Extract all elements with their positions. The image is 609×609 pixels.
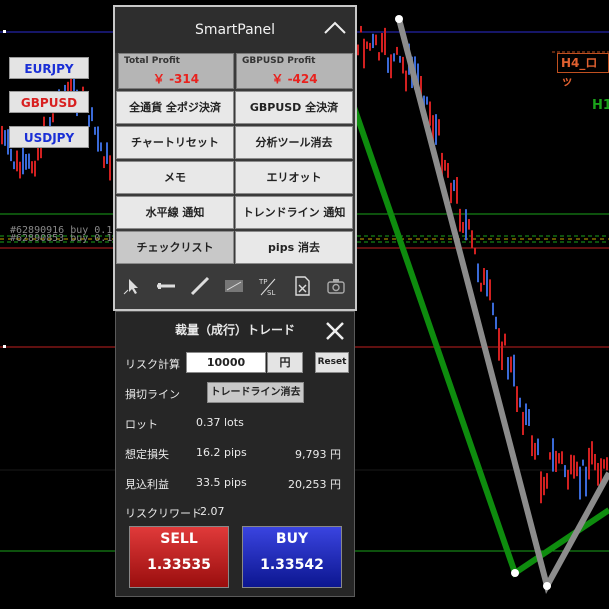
risk-reward-value: 2.07 — [200, 505, 225, 518]
risk-calc-label: リスク計算 — [125, 358, 180, 371]
tp-text: TP — [258, 278, 268, 286]
sl-text: SL — [267, 289, 275, 297]
close-symbol-positions-button[interactable]: GBPUSD 全決済 — [235, 91, 353, 124]
symbol-profit-value: ￥ -424 — [271, 72, 318, 86]
risk-unit-button[interactable]: 円 — [267, 352, 303, 373]
total-profit-value: ￥ -314 — [152, 72, 200, 86]
chevron-up-icon[interactable] — [323, 20, 347, 36]
delete-analysis-tools-button[interactable]: 分析ツール消去 — [235, 126, 353, 159]
sell-price: 1.33535 — [147, 557, 211, 573]
memo-button[interactable]: メモ — [116, 161, 234, 194]
symbol-button-eurjpy[interactable]: EURJPY — [9, 57, 89, 79]
checklist-button[interactable]: チェックリスト — [116, 231, 234, 264]
lot-label: ロット — [125, 418, 158, 431]
sell-button[interactable]: SELL 1.33535 — [129, 526, 229, 588]
h1-tag: H1 — [592, 98, 609, 113]
chart-reset-button[interactable]: チャートリセット — [116, 126, 234, 159]
smart-panel-header[interactable]: SmartPanel — [115, 7, 355, 53]
bars-tool-icon[interactable] — [223, 275, 245, 297]
expected-loss-pips: 16.2 pips — [196, 446, 247, 459]
cursor-tool-icon[interactable] — [121, 275, 143, 297]
reset-button[interactable]: Reset — [315, 352, 349, 373]
buy-button[interactable]: BUY 1.33542 — [242, 526, 342, 588]
hline-alert-button[interactable]: 水平線 通知 — [116, 196, 234, 229]
trendline-handle[interactable] — [543, 582, 551, 590]
trendline-handle[interactable] — [511, 569, 519, 577]
total-profit-box: Total Profit ￥ -314 — [118, 53, 234, 89]
symbol-button-usdjpy[interactable]: USDJPY — [9, 126, 89, 148]
elliott-button[interactable]: エリオット — [235, 161, 353, 194]
hline-tool-icon[interactable] — [155, 275, 177, 297]
risk-reward-label: リスクリワード — [125, 507, 202, 520]
trendline-alert-button[interactable]: トレンドライン 通知 — [235, 196, 353, 229]
lot-value: 0.37 lots — [196, 416, 244, 429]
expected-loss-label: 想定損失 — [125, 448, 169, 461]
risk-amount-input[interactable]: 10000 — [186, 352, 266, 373]
stop-line-label: 損切ライン — [125, 388, 180, 401]
expected-loss-yen: 9,793 円 — [295, 448, 341, 461]
sell-label: SELL — [160, 531, 198, 547]
symbol-profit-label: GBPUSD Profit — [242, 56, 316, 66]
smart-panel: SmartPanel Total Profit ￥ -314 GBPUSD Pr… — [113, 5, 357, 311]
trendline-handle[interactable] — [395, 15, 403, 23]
close-icon[interactable] — [324, 320, 346, 342]
delete-pips-button[interactable]: pips 消去 — [235, 231, 353, 264]
symbol-profit-box: GBPUSD Profit ￥ -424 — [236, 53, 353, 89]
total-profit-label: Total Profit — [124, 56, 180, 66]
order-line-label-2: #62890853 buy 0.10 — [10, 233, 119, 244]
close-all-positions-button[interactable]: 全通貨 全ポジ決済 — [116, 91, 234, 124]
tp-sl-tool-icon[interactable]: TP SL — [257, 275, 279, 297]
expected-profit-yen: 20,253 円 — [288, 478, 341, 491]
h4-tag: H4_ロッ — [557, 53, 609, 88]
smart-panel-title: SmartPanel — [194, 22, 276, 38]
trendline-tool-icon[interactable] — [189, 275, 211, 297]
symbol-button-gbpusd[interactable]: GBPUSD — [9, 91, 89, 113]
delete-trade-line-button[interactable]: トレードライン消去 — [207, 382, 304, 403]
clear-file-icon[interactable] — [291, 275, 313, 297]
trade-panel-title: 裁量（成行）トレード — [174, 323, 295, 337]
expected-profit-pips: 33.5 pips — [196, 476, 247, 489]
expected-profit-label: 見込利益 — [125, 478, 169, 491]
camera-icon[interactable] — [325, 275, 347, 297]
buy-price: 1.33542 — [260, 557, 324, 573]
buy-label: BUY — [275, 531, 309, 547]
trade-panel: 裁量（成行）トレード リスク計算 10000 円 Reset 損切ライン トレー… — [115, 311, 355, 597]
